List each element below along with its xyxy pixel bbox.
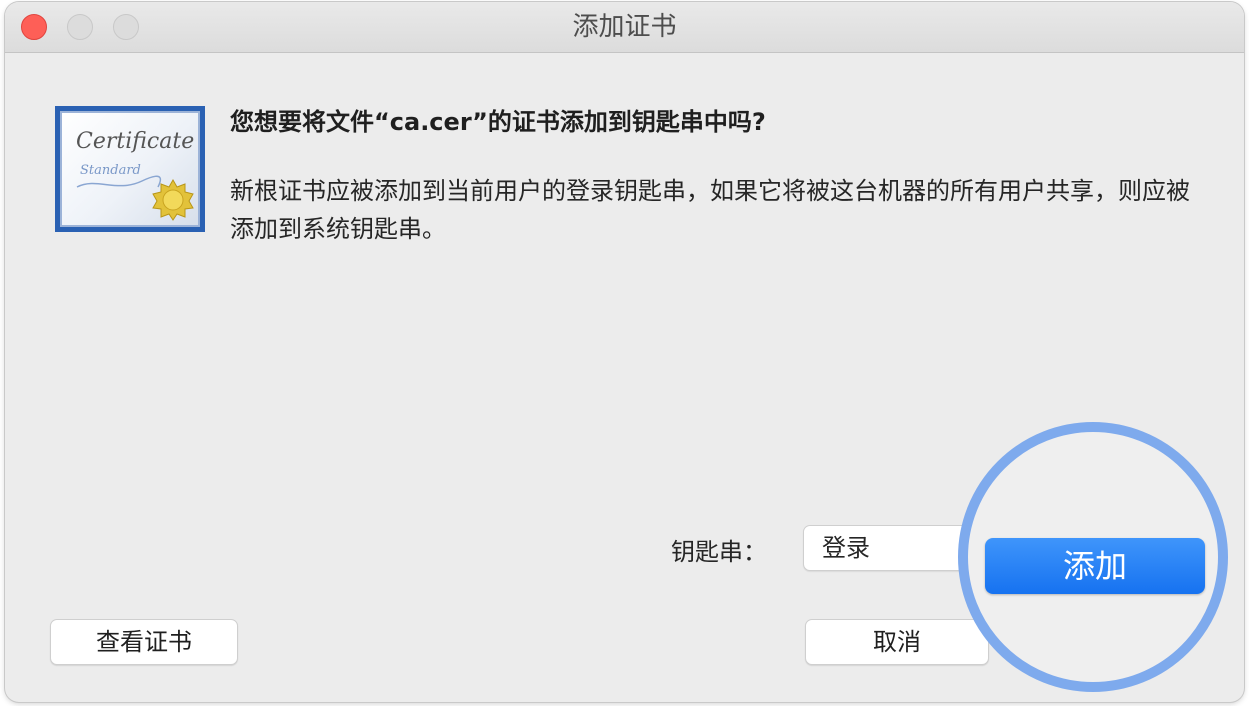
add-certificate-dialog: 添加证书 Certificate Standard 您想要将文件“ca.cer”…	[5, 2, 1244, 702]
add-button[interactable]: 添加	[985, 538, 1205, 594]
keychain-label: 钥匙串：	[671, 538, 767, 566]
view-certificate-button[interactable]: 查看证书	[50, 619, 238, 665]
gold-seal-icon	[152, 179, 194, 221]
cancel-button[interactable]: 取消	[805, 619, 989, 665]
title-bar: 添加证书	[5, 2, 1244, 53]
dialog-question: 您想要将文件“ca.cer”的证书添加到钥匙串中吗?	[230, 108, 766, 136]
dialog-message: 新根证书应被添加到当前用户的登录钥匙串，如果它将被这台机器的所有用户共享，则应被…	[230, 177, 1190, 243]
window-title: 添加证书	[572, 12, 677, 42]
certificate-icon-title: Certificate	[76, 129, 195, 154]
certificate-icon: Certificate Standard	[55, 106, 205, 232]
certificate-swirl-icon	[76, 175, 162, 188]
certificate-icon-face: Certificate Standard	[60, 111, 200, 227]
